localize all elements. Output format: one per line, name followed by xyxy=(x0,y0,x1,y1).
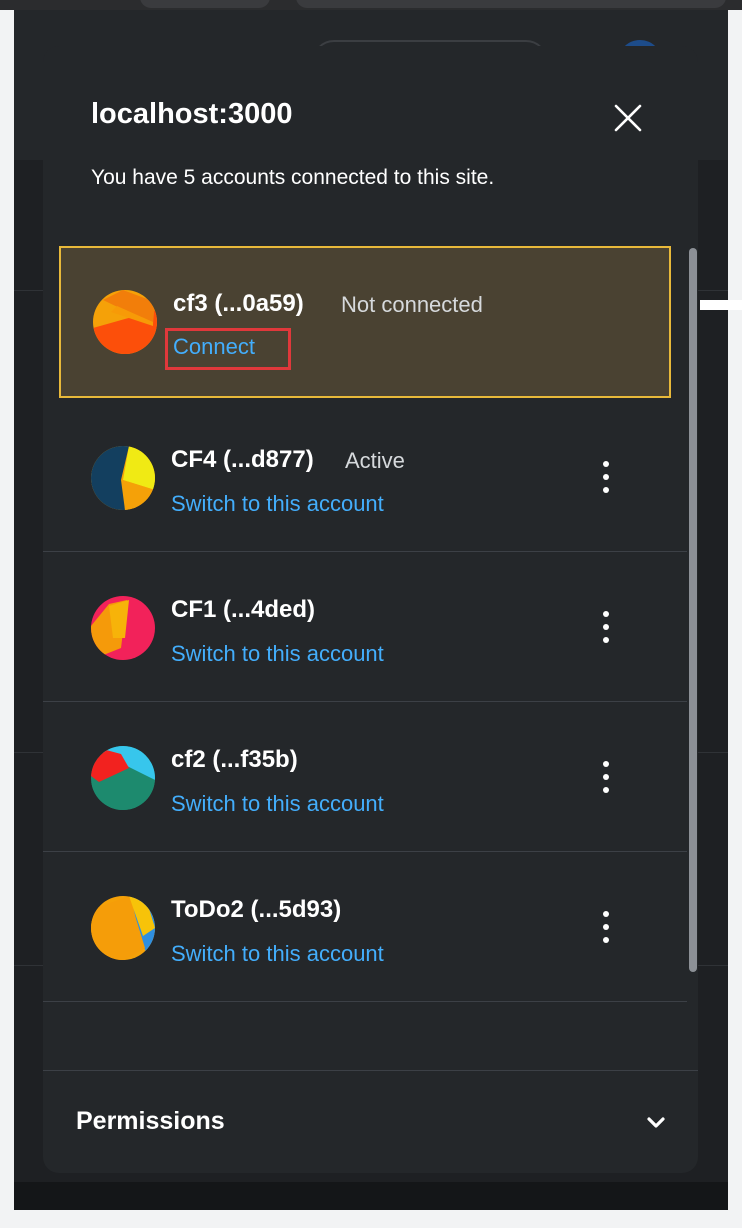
chevron-down-icon xyxy=(647,1117,665,1128)
jazzicon-avatar xyxy=(91,446,155,510)
kebab-dot xyxy=(603,624,609,630)
switch-account-link[interactable]: Switch to this account xyxy=(171,491,384,517)
page-edge xyxy=(700,300,742,310)
switch-account-link[interactable]: Switch to this account xyxy=(171,791,384,817)
browser-address-bar xyxy=(296,0,726,8)
connected-accounts-modal: localhost:3000 You have 5 accounts conne… xyxy=(43,46,698,1173)
account-row-cf4: CF4 (...d877) Active Switch to this acco… xyxy=(43,402,687,552)
jazzicon-avatar xyxy=(93,290,157,354)
connect-link[interactable]: Connect xyxy=(173,334,255,360)
account-name: cf2 (...f35b) xyxy=(171,746,298,773)
account-row-cf2: cf2 (...f35b) Switch to this account xyxy=(43,702,687,852)
account-name: ToDo2 (...5d93) xyxy=(171,896,342,923)
switch-account-link[interactable]: Switch to this account xyxy=(171,641,384,667)
account-row-todo2: ToDo2 (...5d93) Switch to this account xyxy=(43,852,687,1002)
jazzicon-avatar xyxy=(91,596,155,660)
jazzicon-avatar xyxy=(91,746,155,810)
switch-account-link[interactable]: Switch to this account xyxy=(171,941,384,967)
account-list: cf3 (...0a59) Not connected Connect CF4 … xyxy=(43,242,687,1072)
kebab-dot xyxy=(603,937,609,943)
scrollbar[interactable] xyxy=(689,248,697,972)
permissions-label: Permissions xyxy=(76,1107,225,1135)
kebab-dot xyxy=(603,474,609,480)
kebab-dot xyxy=(603,774,609,780)
account-options-button[interactable] xyxy=(595,608,617,648)
kebab-menu-icon xyxy=(603,611,609,617)
jazzicon-avatar xyxy=(91,896,155,960)
account-status: Active xyxy=(345,448,405,473)
kebab-menu-icon xyxy=(603,761,609,767)
account-row-cf3: cf3 (...0a59) Not connected Connect xyxy=(59,246,671,398)
browser-tab xyxy=(140,0,270,8)
kebab-dot xyxy=(603,487,609,493)
account-name: CF1 (...4ded) xyxy=(171,596,316,623)
account-row-cf1: CF1 (...4ded) Switch to this account xyxy=(43,552,687,702)
connected-accounts-summary: You have 5 accounts connected to this si… xyxy=(91,166,495,189)
account-status: Not connected xyxy=(341,292,483,317)
site-title: localhost:3000 xyxy=(91,98,293,130)
account-options-button[interactable] xyxy=(595,908,617,948)
close-icon xyxy=(614,104,642,132)
account-options-button[interactable] xyxy=(595,758,617,798)
kebab-dot xyxy=(603,787,609,793)
kebab-menu-icon xyxy=(603,911,609,917)
kebab-dot xyxy=(603,637,609,643)
account-name: cf3 (...0a59) xyxy=(173,290,304,317)
account-name: CF4 (...d877) xyxy=(171,446,314,473)
account-options-button[interactable] xyxy=(595,458,617,498)
close-button[interactable] xyxy=(610,100,646,136)
kebab-dot xyxy=(603,924,609,930)
permissions-toggle[interactable]: Permissions xyxy=(43,1071,698,1173)
kebab-menu-icon xyxy=(603,461,609,467)
